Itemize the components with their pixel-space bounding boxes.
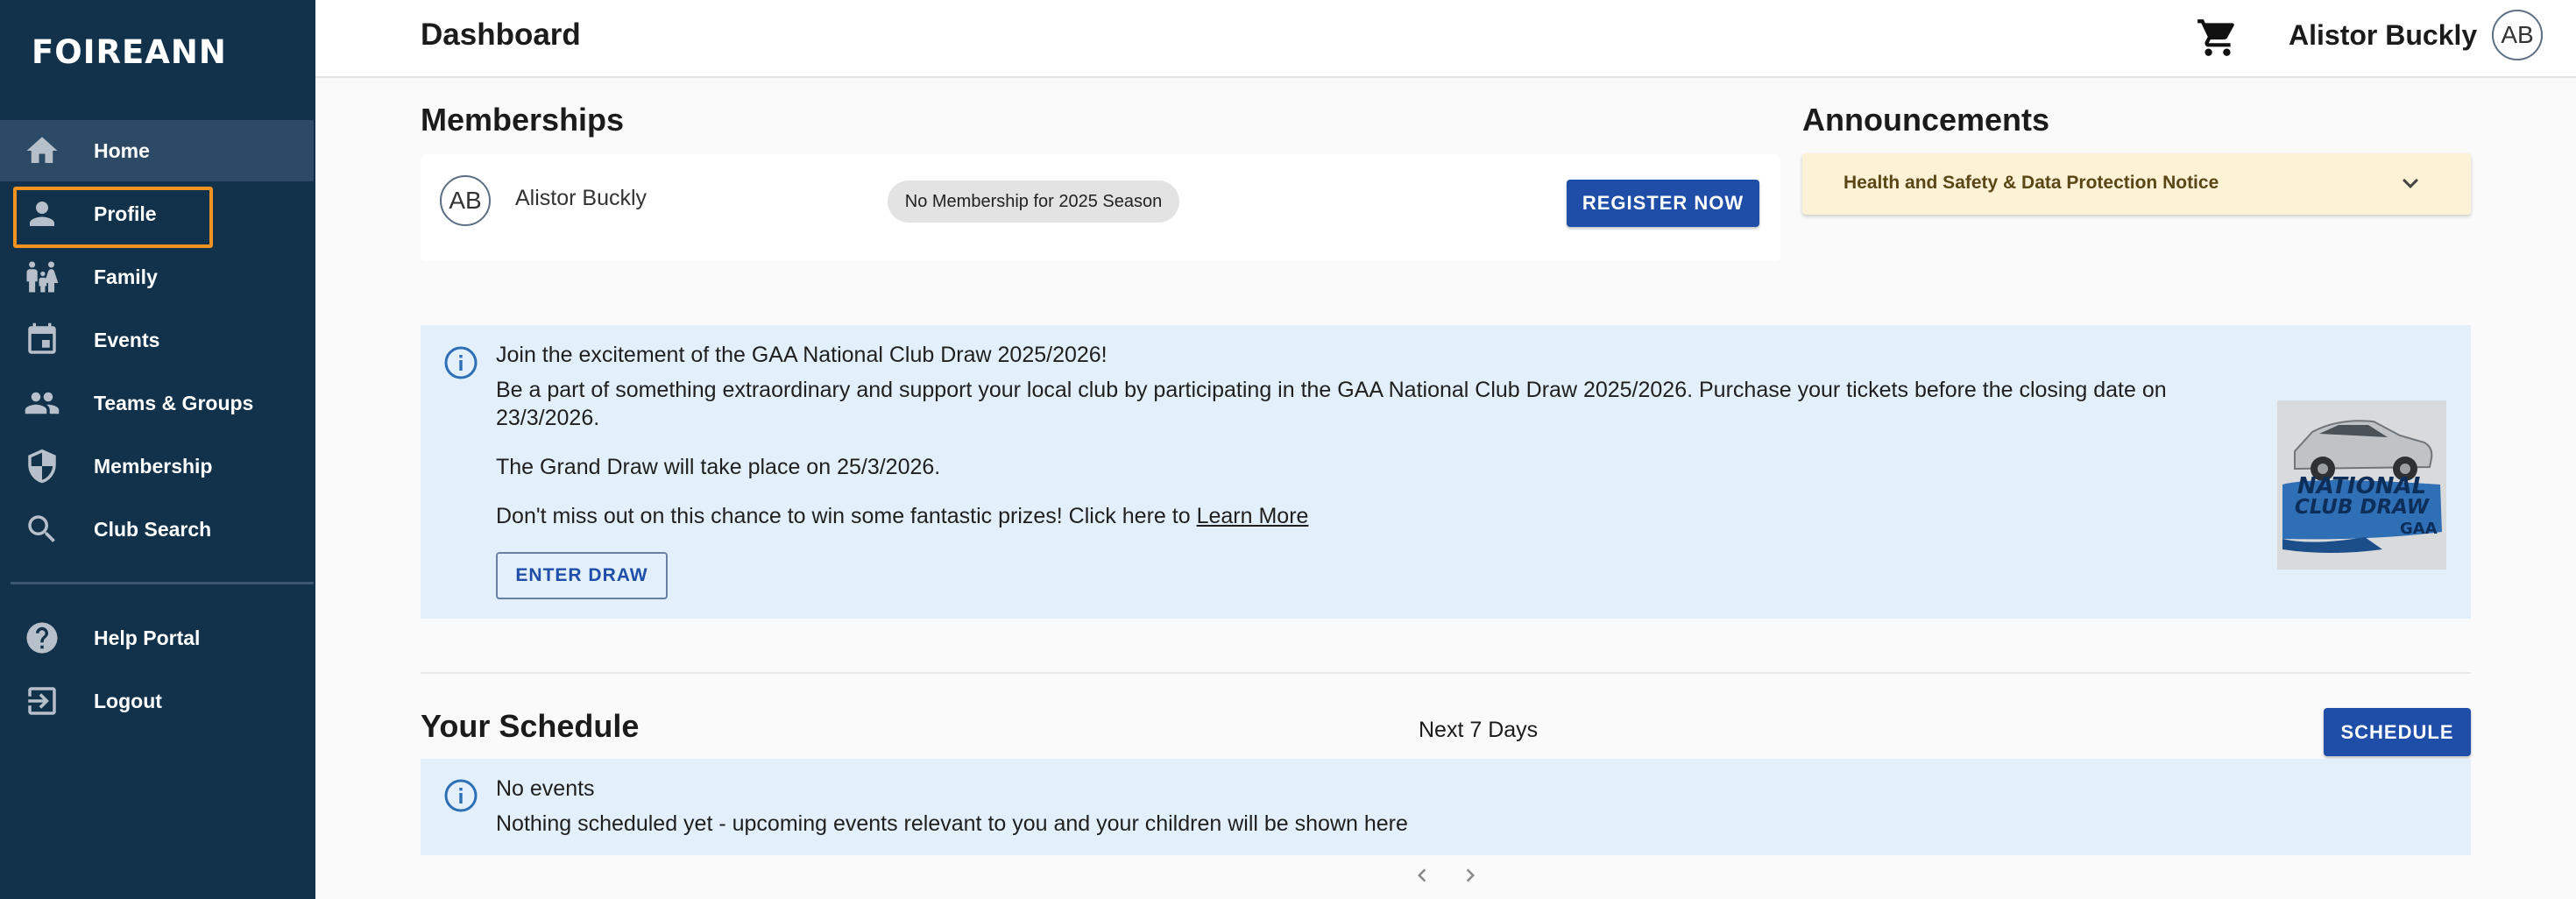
draw-cta-text: Don't miss out on this chance to win som… [496, 502, 1308, 531]
announcements-title: Announcements [1802, 102, 2050, 138]
register-now-button[interactable]: REGISTER NOW [1567, 180, 1759, 227]
sidebar-item-label: Membership [94, 454, 213, 478]
sidebar-item-events[interactable]: Events [0, 309, 314, 371]
family-icon [23, 258, 61, 296]
club-draw-banner: Join the excitement of the GAA National … [421, 325, 2471, 619]
sidebar-item-label: Events [94, 328, 160, 351]
national-club-draw-image: NATIONAL CLUB DRAW GAA [2277, 400, 2446, 570]
focus-highlight [13, 187, 213, 248]
draw-cta-label: Don't miss out on this chance to win som… [496, 504, 1191, 528]
page-title: Dashboard [421, 18, 581, 52]
sidebar-item-membership[interactable]: Membership [0, 435, 314, 497]
draw-image-line2: CLUB DRAW [2294, 496, 2430, 519]
schedule-empty-banner: No events Nothing scheduled yet - upcomi… [421, 759, 2471, 855]
draw-date-text: The Grand Draw will take place on 25/3/2… [496, 455, 941, 479]
sidebar-item-label: Help Portal [94, 626, 201, 649]
chevron-left-icon[interactable] [1409, 862, 1435, 888]
announcement-label: Health and Safety & Data Protection Noti… [1844, 173, 2219, 193]
cart-icon[interactable] [2196, 16, 2240, 60]
gaa-logo: GAA [2400, 520, 2438, 538]
top-header: Dashboard Alistor Buckly AB [315, 0, 2576, 78]
info-icon [443, 778, 478, 813]
draw-image-line1: NATIONAL [2296, 473, 2427, 499]
no-events-text: Nothing scheduled yet - upcoming events … [496, 811, 1408, 836]
app-logo: FOIREANN [32, 33, 227, 71]
sidebar-item-family[interactable]: Family [0, 246, 314, 308]
schedule-title: Your Schedule [421, 708, 640, 744]
sidebar-item-label: Family [94, 265, 158, 288]
no-events-title: No events [496, 776, 595, 801]
sidebar-item-home[interactable]: Home [0, 120, 314, 181]
user-name[interactable]: Alistor Buckly [2289, 19, 2477, 52]
schedule-button[interactable]: SCHEDULE [2324, 708, 2471, 756]
help-icon [23, 619, 61, 657]
shield-icon [23, 447, 61, 485]
home-icon [23, 131, 61, 170]
draw-image-title: NATIONAL CLUB DRAW [2277, 473, 2446, 519]
sidebar: FOIREANN Home Profile Family Events Team… [0, 0, 315, 899]
draw-description-line1: Be a part of something extraordinary and… [496, 378, 2167, 402]
sidebar-item-logout[interactable]: Logout [0, 670, 314, 732]
user-avatar[interactable]: AB [2492, 10, 2543, 60]
group-icon [23, 384, 61, 422]
sidebar-item-help-portal[interactable]: Help Portal [0, 607, 314, 669]
membership-card: AB Alistor Buckly No Membership for 2025… [421, 154, 1780, 261]
sidebar-item-label: Logout [94, 689, 162, 712]
member-avatar: AB [440, 175, 491, 226]
chevron-right-icon[interactable] [1457, 862, 1483, 888]
sidebar-item-label: Teams & Groups [94, 391, 254, 414]
logout-icon [23, 682, 61, 720]
schedule-range-label: Next 7 Days [1419, 718, 1539, 742]
memberships-title: Memberships [421, 102, 625, 138]
calendar-icon [23, 321, 61, 359]
chevron-down-icon[interactable] [2395, 167, 2426, 199]
announcement-accordion[interactable]: Health and Safety & Data Protection Noti… [1802, 153, 2471, 215]
sidebar-item-club-search[interactable]: Club Search [0, 499, 314, 560]
sidebar-item-label: Club Search [94, 517, 212, 541]
enter-draw-button[interactable]: ENTER DRAW [496, 552, 668, 599]
draw-description-line2: 23/3/2026. [496, 406, 600, 430]
member-name: Alistor Buckly [515, 186, 648, 210]
info-icon [443, 345, 478, 380]
learn-more-link[interactable]: Learn More [1197, 504, 1309, 528]
membership-status-badge: No Membership for 2025 Season [888, 181, 1179, 223]
sidebar-item-label: Home [94, 138, 150, 162]
sidebar-item-teams-groups[interactable]: Teams & Groups [0, 372, 314, 434]
search-icon [23, 510, 61, 549]
section-divider [421, 672, 2471, 674]
draw-heading: Join the excitement of the GAA National … [496, 343, 1108, 367]
sidebar-divider [11, 582, 314, 584]
